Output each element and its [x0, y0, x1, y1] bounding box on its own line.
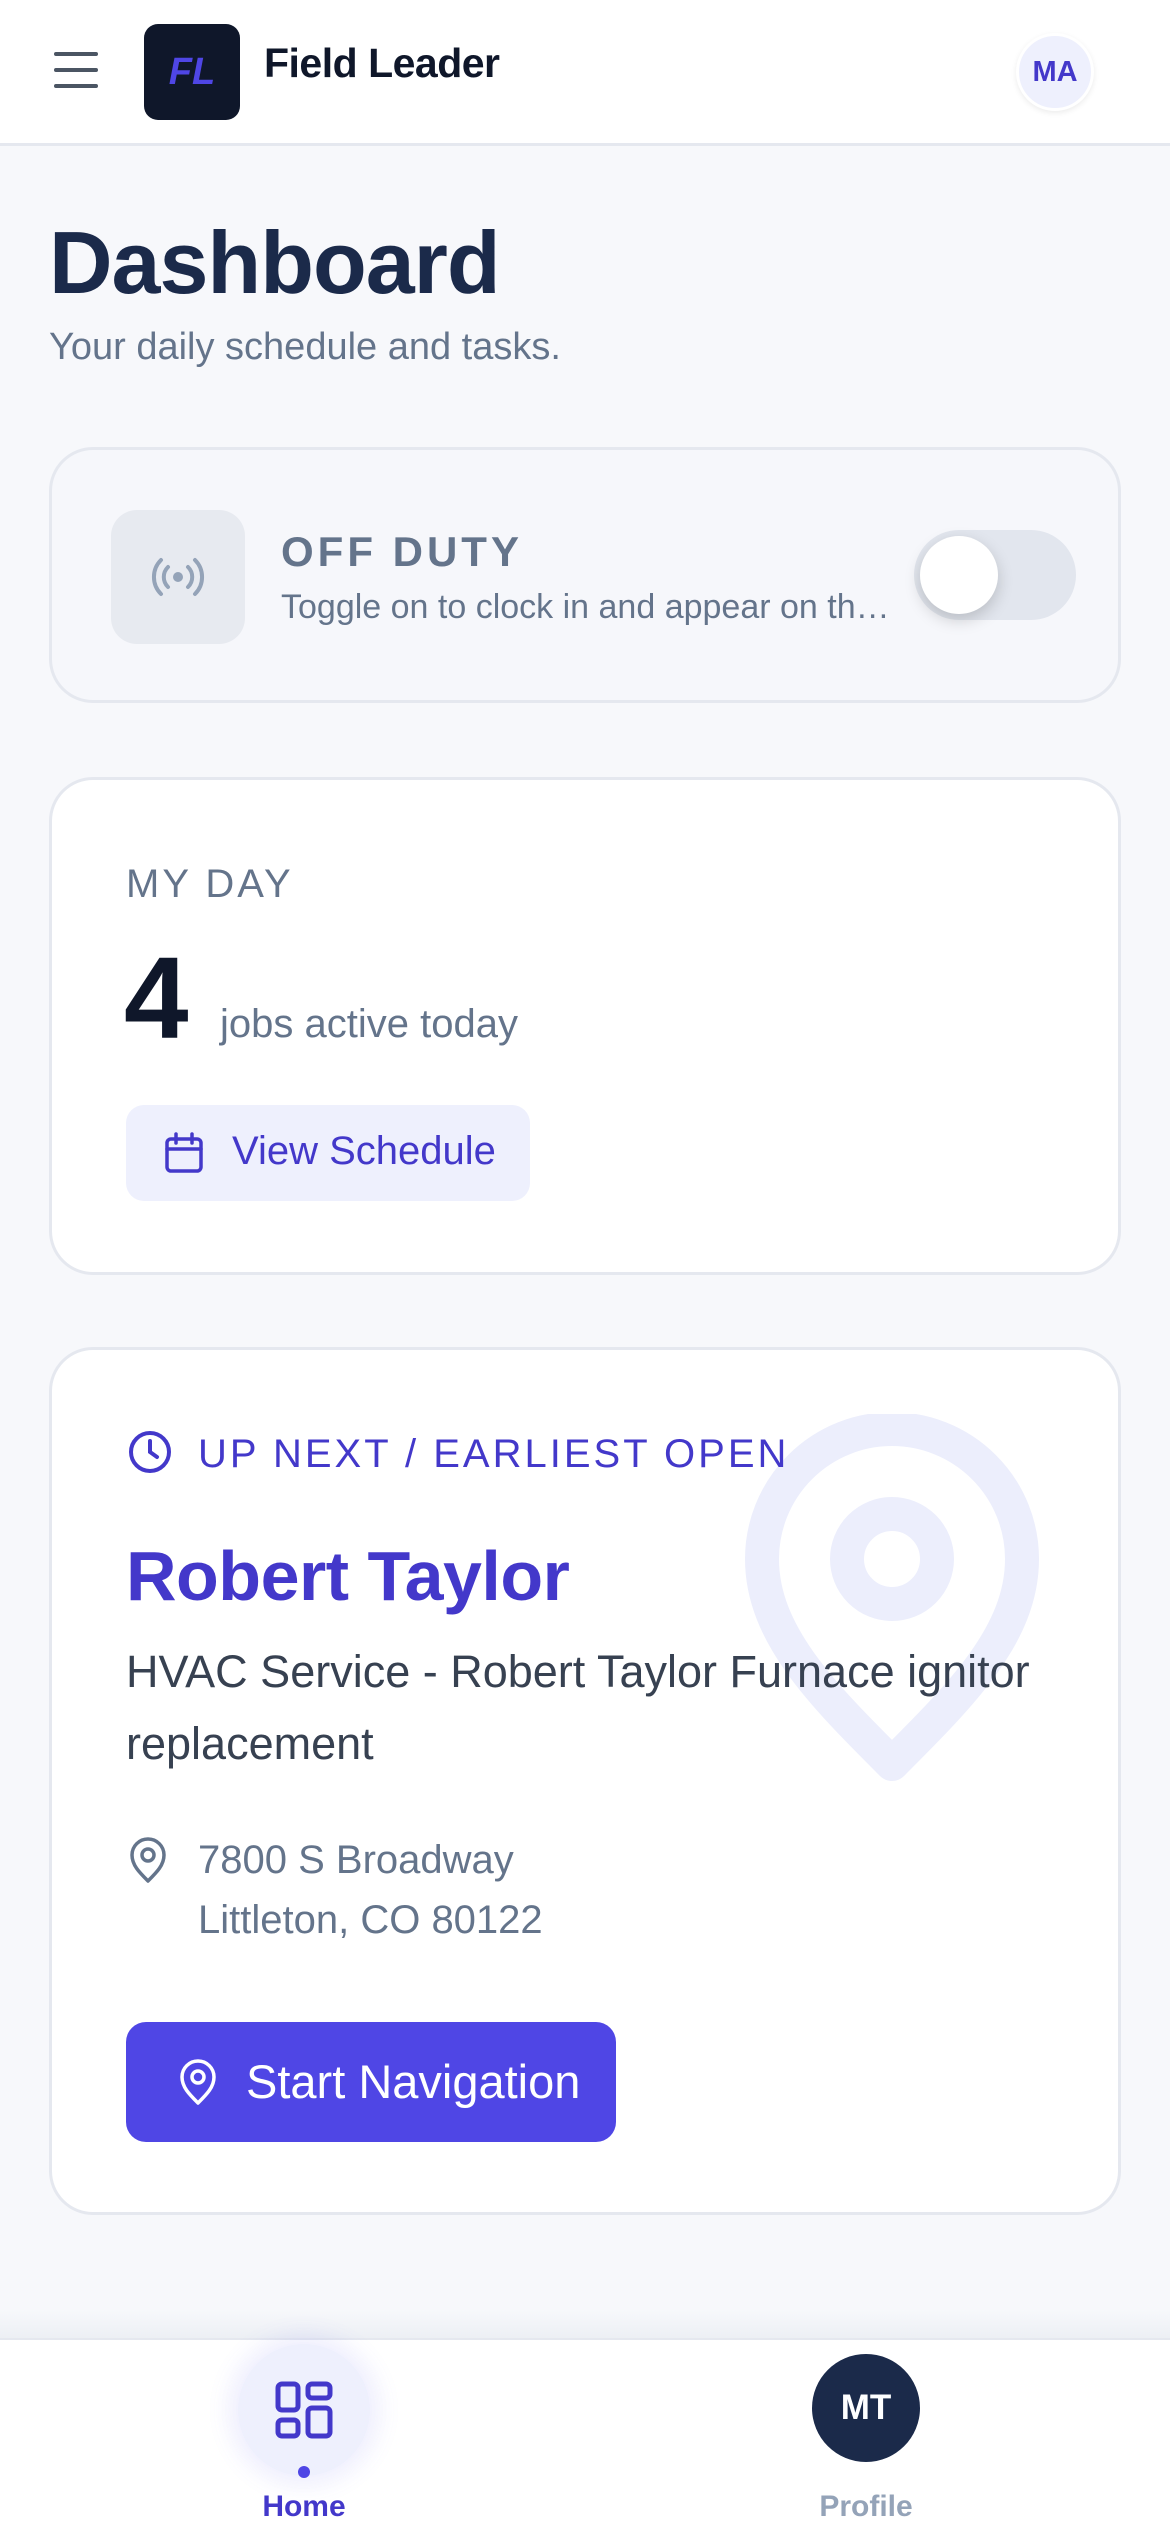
- duty-status-card: OFF DUTY Toggle on to clock in and appea…: [49, 447, 1121, 703]
- app-header: FL Field Leader MA: [0, 0, 1170, 146]
- start-navigation-label: Start Navigation: [246, 2055, 581, 2108]
- broadcast-icon: [111, 510, 245, 644]
- nav-profile[interactable]: MT Profile: [800, 2340, 932, 2532]
- duty-status-title: OFF DUTY: [281, 528, 523, 575]
- location-pin-icon: [130, 1837, 166, 1883]
- menu-icon[interactable]: [52, 46, 100, 94]
- start-navigation-button[interactable]: Start Navigation: [126, 2022, 616, 2142]
- navigation-pin-icon: [180, 2059, 216, 2105]
- page-subtitle: Your daily schedule and tasks.: [49, 326, 561, 368]
- bottom-fade: [0, 2310, 1170, 2340]
- client-name: Robert Taylor: [126, 1537, 570, 1615]
- profile-initials: MT: [840, 2388, 892, 2427]
- active-indicator-dot: [298, 2466, 310, 2478]
- jobs-count-text: jobs active today: [220, 1002, 518, 1046]
- profile-avatar: MT: [812, 2354, 920, 2462]
- clock-icon: [129, 1431, 171, 1473]
- jobs-count: 4: [124, 933, 189, 1063]
- bottom-navigation: Home MT Profile: [0, 2338, 1170, 2532]
- page-title: Dashboard: [49, 213, 501, 312]
- my-day-label: MY DAY: [126, 862, 294, 906]
- dashboard-grid-icon: [275, 2381, 333, 2439]
- toggle-knob: [920, 536, 998, 614]
- job-description: HVAC Service - Robert Taylor Furnace ign…: [126, 1646, 1030, 1769]
- address-line-1: 7800 S Broadway: [198, 1838, 514, 1882]
- nav-home-label: Home: [262, 2490, 346, 2523]
- user-initials: MA: [1032, 55, 1078, 88]
- app-name: Field Leader: [264, 40, 500, 86]
- user-avatar[interactable]: MA: [1016, 33, 1094, 111]
- my-day-card: MY DAY 4 jobs active today View Schedule: [49, 777, 1121, 1275]
- view-schedule-button[interactable]: View Schedule: [126, 1105, 530, 1201]
- next-job-card: UP NEXT / EARLIEST OPEN Robert Taylor HV…: [49, 1347, 1121, 2215]
- logo-text: FL: [168, 50, 216, 93]
- nav-profile-label: Profile: [819, 2490, 913, 2523]
- view-schedule-label: View Schedule: [232, 1129, 496, 1173]
- calendar-icon: [165, 1132, 203, 1173]
- app-logo: FL: [144, 24, 240, 120]
- nav-home[interactable]: Home: [236, 2340, 372, 2532]
- duty-toggle[interactable]: [914, 530, 1076, 620]
- up-next-label: UP NEXT / EARLIEST OPEN: [198, 1432, 790, 1476]
- address-line-2: Littleton, CO 80122: [198, 1898, 543, 1942]
- duty-status-description: Toggle on to clock in and appear on th…: [281, 588, 890, 626]
